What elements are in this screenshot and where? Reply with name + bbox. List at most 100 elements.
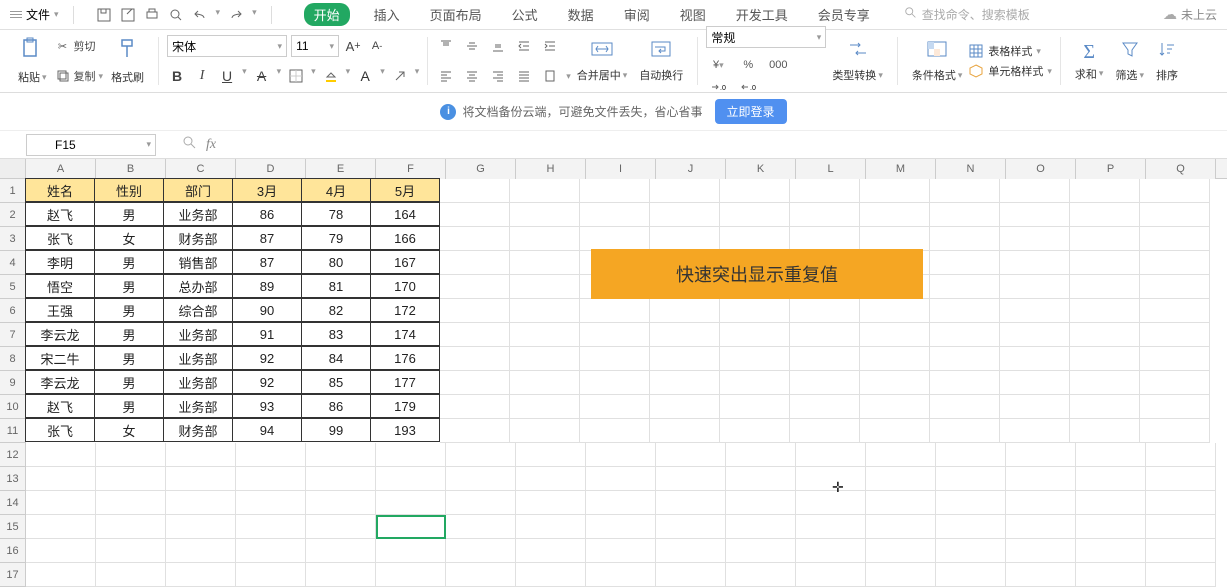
cell[interactable]: 张飞 <box>25 226 95 250</box>
cell[interactable] <box>26 515 96 539</box>
cell[interactable] <box>930 395 1000 419</box>
column-header[interactable]: F <box>376 159 446 179</box>
cell[interactable] <box>306 515 376 539</box>
cell[interactable] <box>1000 227 1070 251</box>
cell[interactable] <box>790 227 860 251</box>
cell[interactable] <box>936 539 1006 563</box>
cell[interactable] <box>306 539 376 563</box>
cell[interactable]: 男 <box>94 274 164 298</box>
cell[interactable] <box>580 419 650 443</box>
cell[interactable] <box>796 539 866 563</box>
align-bottom-icon[interactable] <box>488 36 508 56</box>
cell[interactable] <box>1140 371 1210 395</box>
cell[interactable] <box>726 539 796 563</box>
command-search[interactable]: 查找命令、搜索模板 <box>904 6 1030 23</box>
type-convert-button[interactable]: 类型转换▾ <box>826 37 889 85</box>
column-header[interactable]: C <box>166 159 236 179</box>
cell[interactable] <box>1140 419 1210 443</box>
cell[interactable] <box>580 395 650 419</box>
tab-review[interactable]: 审阅 <box>618 3 656 26</box>
cell[interactable] <box>1000 299 1070 323</box>
cell[interactable] <box>446 515 516 539</box>
cell[interactable] <box>376 539 446 563</box>
cell[interactable] <box>1006 467 1076 491</box>
cell[interactable] <box>236 539 306 563</box>
row-header[interactable]: 12 <box>0 443 26 467</box>
cell[interactable] <box>866 491 936 515</box>
cell[interactable]: 男 <box>94 250 164 274</box>
cell[interactable]: 179 <box>370 394 440 418</box>
row-header[interactable]: 6 <box>0 299 26 323</box>
save-icon[interactable] <box>96 7 112 23</box>
font-color-button[interactable]: A <box>355 66 375 86</box>
cell[interactable]: 悟空 <box>25 274 95 298</box>
table-style-button[interactable]: 表格样式▾ <box>968 43 1052 59</box>
redo-icon[interactable] <box>228 7 244 23</box>
cell[interactable] <box>650 299 720 323</box>
auto-wrap-button[interactable]: 自动换行 <box>633 37 689 85</box>
cell[interactable] <box>720 347 790 371</box>
font-size-combo[interactable]: 11▾ <box>291 35 339 57</box>
cell[interactable] <box>796 491 866 515</box>
cell[interactable] <box>1076 467 1146 491</box>
cell[interactable] <box>860 323 930 347</box>
column-header[interactable]: D <box>236 159 306 179</box>
format-painter-button[interactable]: 格式刷 <box>105 35 150 87</box>
cell[interactable] <box>1070 179 1140 203</box>
cell[interactable]: 91 <box>232 322 302 346</box>
cell[interactable] <box>236 491 306 515</box>
align-top-icon[interactable] <box>436 36 456 56</box>
font-name-combo[interactable]: 宋体▾ <box>167 35 287 57</box>
cell[interactable] <box>26 443 96 467</box>
cell[interactable]: 166 <box>370 226 440 250</box>
cell[interactable] <box>580 203 650 227</box>
cell[interactable]: 164 <box>370 202 440 226</box>
cell[interactable]: 张飞 <box>25 418 95 442</box>
cell[interactable] <box>726 467 796 491</box>
cell[interactable] <box>440 251 510 275</box>
cell[interactable] <box>1070 299 1140 323</box>
cell[interactable] <box>1006 539 1076 563</box>
cell[interactable] <box>720 419 790 443</box>
cell[interactable] <box>720 203 790 227</box>
indent-decrease-icon[interactable] <box>514 36 534 56</box>
row-header[interactable]: 16 <box>0 539 26 563</box>
cell[interactable] <box>1076 539 1146 563</box>
cell-style-button[interactable]: 单元格样式▾ <box>968 63 1052 79</box>
cell[interactable] <box>510 323 580 347</box>
cell[interactable] <box>440 203 510 227</box>
cell[interactable] <box>1140 347 1210 371</box>
percent-icon[interactable]: % <box>736 56 760 74</box>
paste-button[interactable]: 粘贴▾ <box>12 35 53 87</box>
cell[interactable] <box>860 395 930 419</box>
cell[interactable] <box>1000 251 1070 275</box>
cell[interactable] <box>650 395 720 419</box>
cell[interactable]: 业务部 <box>163 202 233 226</box>
cell[interactable]: 业务部 <box>163 394 233 418</box>
copy-button[interactable]: 复制▾ <box>53 68 106 84</box>
cell[interactable] <box>860 179 930 203</box>
cell[interactable] <box>510 179 580 203</box>
fill-color-button[interactable] <box>321 66 341 86</box>
cell[interactable] <box>510 371 580 395</box>
cell[interactable]: 姓名 <box>25 178 95 202</box>
cell[interactable] <box>650 227 720 251</box>
cell[interactable] <box>936 443 1006 467</box>
cell[interactable] <box>930 179 1000 203</box>
cell[interactable] <box>446 443 516 467</box>
cell[interactable] <box>376 515 446 539</box>
cell[interactable]: 男 <box>94 394 164 418</box>
cell[interactable] <box>1140 395 1210 419</box>
increase-font-icon[interactable]: A+ <box>343 36 363 56</box>
cell[interactable] <box>860 227 930 251</box>
cell[interactable] <box>930 419 1000 443</box>
cell[interactable] <box>650 323 720 347</box>
cell[interactable]: 193 <box>370 418 440 442</box>
tab-formulas[interactable]: 公式 <box>506 3 544 26</box>
cell[interactable]: 92 <box>232 346 302 370</box>
cell[interactable]: 业务部 <box>163 322 233 346</box>
cell[interactable]: 83 <box>301 322 371 346</box>
cell[interactable]: 5月 <box>370 178 440 202</box>
cell[interactable] <box>1076 491 1146 515</box>
cell[interactable]: 宋二牛 <box>25 346 95 370</box>
